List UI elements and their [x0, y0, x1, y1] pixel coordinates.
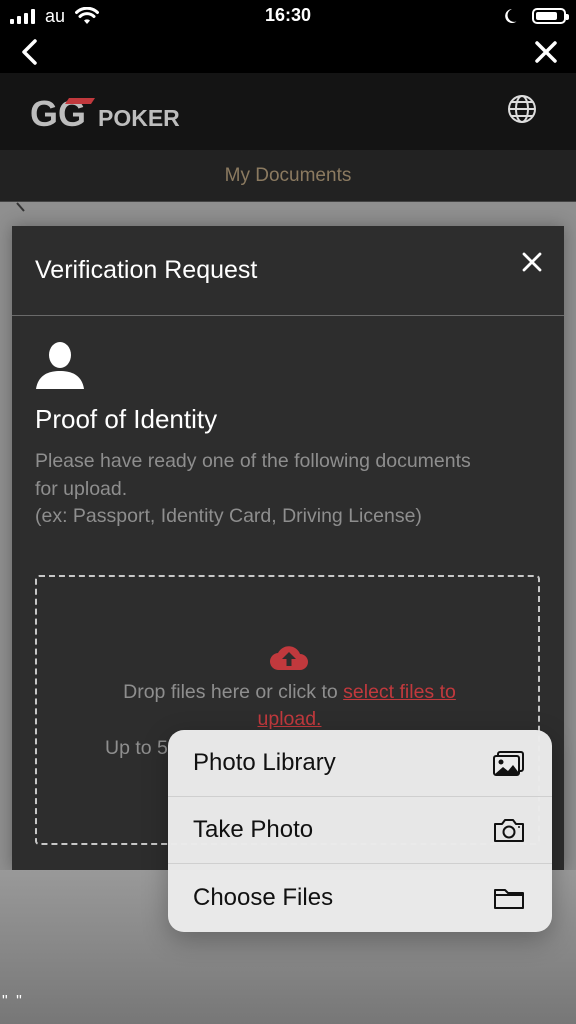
choose-files-option[interactable]: Choose Files: [168, 864, 552, 932]
folder-icon: [494, 889, 524, 909]
back-chevron-icon[interactable]: [14, 36, 46, 68]
bottom-marks: " ": [2, 993, 24, 1010]
svg-text:POKER: POKER: [98, 105, 180, 131]
photo-library-label: Photo Library: [193, 749, 336, 776]
photo-library-icon: [493, 751, 524, 776]
photo-library-option[interactable]: Photo Library: [168, 730, 552, 797]
file-picker-menu: Photo Library Take Photo Choose Files: [168, 730, 552, 932]
choose-files-label: Choose Files: [193, 884, 334, 911]
upload-limit-text: Up to 5: [105, 737, 168, 759]
ggpoker-logo[interactable]: GG POKER: [30, 93, 210, 133]
battery-icon: [532, 8, 569, 24]
status-right: [504, 4, 569, 28]
select-files-link-continued[interactable]: upload.: [258, 708, 322, 730]
drop-instructions: Drop files here or click to select files…: [123, 681, 456, 730]
background-chevron-icon: [16, 202, 25, 212]
take-photo-label: Take Photo: [193, 816, 314, 843]
modal-header: Verification Request: [12, 226, 564, 316]
section-description: Please have ready one of the following d…: [35, 450, 471, 527]
close-browser-icon[interactable]: [530, 36, 562, 68]
status-bar: au 16:30: [0, 0, 576, 32]
section-title: Proof of Identity: [35, 404, 218, 434]
modal-title: Verification Request: [35, 256, 258, 284]
person-icon: [36, 342, 84, 389]
page-title: My Documents: [0, 150, 576, 202]
take-photo-option[interactable]: Take Photo: [168, 797, 552, 864]
cloud-upload-icon: [270, 646, 308, 671]
select-files-link[interactable]: select files to: [343, 681, 456, 703]
moon-icon: [505, 9, 517, 23]
app-screen: au 16:30 GG POKER My Documents Verificat…: [0, 0, 576, 1024]
battery-level: [536, 12, 557, 20]
browser-navigation-bar: [0, 32, 576, 73]
modal-close-icon[interactable]: [520, 250, 544, 274]
status-time: 16:30: [264, 5, 312, 25]
globe-icon[interactable]: [506, 93, 538, 125]
app-header: GG POKER: [0, 73, 576, 150]
camera-icon: [494, 819, 524, 842]
